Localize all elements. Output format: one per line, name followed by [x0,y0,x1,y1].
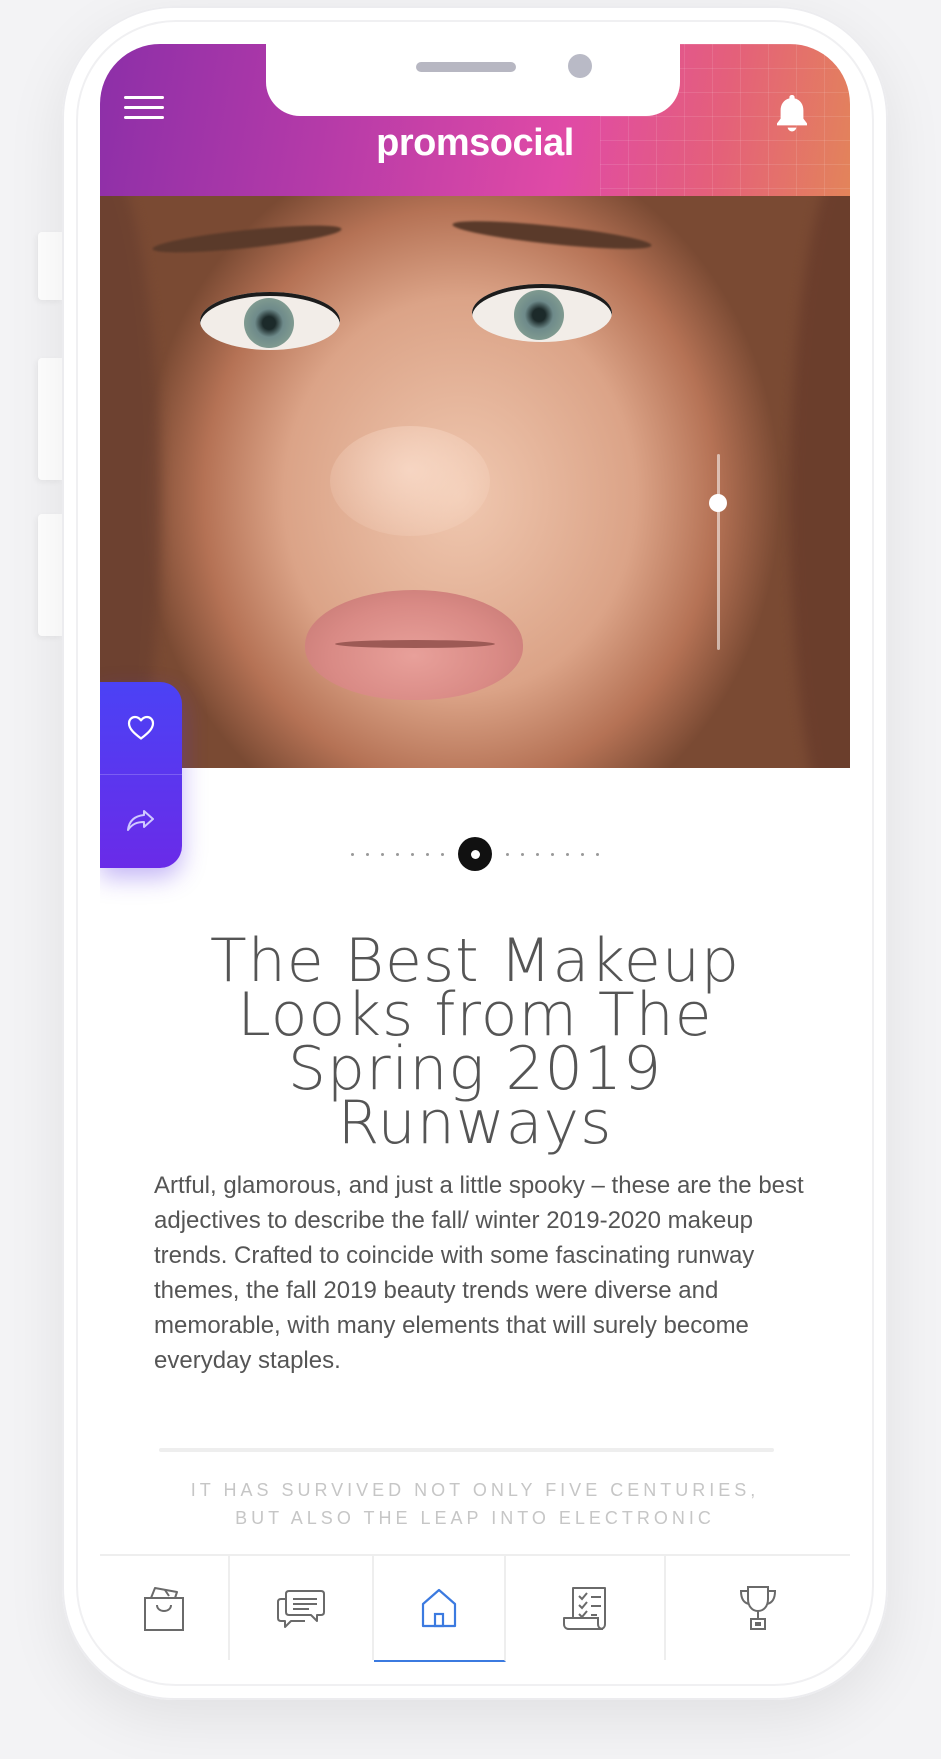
pager-dot[interactable] [596,852,599,856]
pager-dot[interactable] [521,852,524,856]
pager-dot-active[interactable] [458,837,492,871]
app-screen: promsocial The Best Makeup Looks from Th… [100,44,850,1664]
quote-divider [159,1448,774,1452]
phone-side-button-volume-up [38,358,62,480]
hero-photo [100,196,850,768]
tab-messages[interactable] [230,1556,374,1660]
pager-dot[interactable] [506,852,509,856]
pull-quote-line-1: IT HAS SURVIVED NOT ONLY FIVE CENTURIES, [190,1480,760,1500]
phone-speaker [416,62,516,72]
tab-rewards[interactable] [666,1556,850,1660]
hero-lip-line [335,640,495,648]
heart-icon [127,715,155,740]
pager-dot[interactable] [351,852,354,856]
hero-brow-left [151,220,343,258]
phone-notch [266,44,680,116]
article-title-line-3: Spring 2019 Runways [287,1034,663,1158]
tab-tasks[interactable] [506,1556,666,1660]
like-button[interactable] [100,682,182,772]
hero-eye-left [200,292,340,350]
phone-side-button-volume-down [38,514,62,636]
phone-side-button-mute [38,232,62,300]
pager-dot[interactable] [366,852,369,856]
pager-dot[interactable] [396,852,399,856]
hero-eye-right [472,284,612,342]
tab-shop[interactable] [100,1556,230,1660]
carousel-pager [100,834,850,874]
hero-slider-knob[interactable] [709,494,727,512]
pager-dot[interactable] [551,852,554,856]
hero-nose [330,426,490,536]
hero-hair-right [790,196,850,768]
action-panel-divider [100,774,182,775]
hero-brow-right [451,215,653,255]
share-arrow-icon [127,810,154,831]
pager-dot[interactable] [426,852,429,856]
trophy-icon [739,1586,777,1630]
pager-dot[interactable] [441,852,444,856]
checklist-icon [563,1587,606,1630]
hero-vertical-slider[interactable] [717,454,720,650]
bottom-tab-bar [100,1554,850,1664]
pager-dot[interactable] [536,852,539,856]
article-body: Artful, glamorous, and just a little spo… [154,1172,804,1374]
bell-icon[interactable] [772,92,812,134]
tab-home[interactable] [374,1556,506,1662]
shopping-bag-icon [144,1587,184,1631]
pager-dot[interactable] [581,852,584,856]
pager-dot[interactable] [411,852,414,856]
pager-dot[interactable] [381,852,384,856]
phone-camera [568,54,592,78]
app-logo: promsocial [376,122,574,164]
article-title: The Best Makeup Looks from The Spring 20… [150,931,800,1158]
pager-dot[interactable] [566,852,569,856]
chat-bubbles-icon [277,1590,325,1628]
home-icon [421,1588,457,1628]
article-pull-quote: IT HAS SURVIVED NOT ONLY FIVE CENTURIES,… [100,1476,850,1532]
pull-quote-line-2: BUT ALSO THE LEAP INTO ELECTRONIC [235,1508,715,1528]
hamburger-menu-icon[interactable] [124,96,164,120]
app-header: promsocial [100,44,850,196]
